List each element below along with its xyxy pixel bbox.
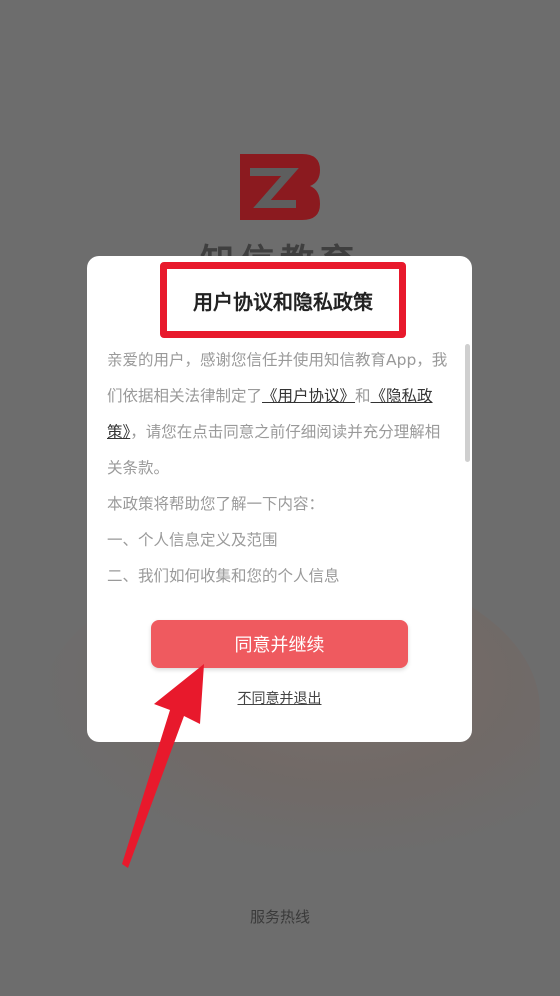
policy-intro: 本政策将帮助您了解一下内容： <box>107 495 325 513</box>
service-hotline[interactable]: 服务热线 <box>0 906 560 927</box>
policy-item-2: 二、我们如何收集和您的个人信息 <box>107 567 340 585</box>
scrollbar-thumb[interactable] <box>465 344 470 462</box>
annotation-arrow-icon <box>122 664 204 868</box>
intro-text-2: ，请您在点击同意之前仔细阅读并充分理解相关条款。 <box>107 423 441 477</box>
dialog-title: 用户协议和隐私政策 <box>193 289 373 314</box>
user-agreement-link[interactable]: 《用户协议》 <box>262 387 355 405</box>
intro-paragraph: 亲爱的用户，感谢您信任并使用知信教育App，我们依据相关法律制定了《用户协议》和… <box>107 342 455 486</box>
policy-item-1: 一、个人信息定义及范围 <box>107 531 278 549</box>
dialog-content: 亲爱的用户，感谢您信任并使用知信教育App，我们依据相关法律制定了《用户协议》和… <box>107 342 455 592</box>
app-screen: 知信教育 服务热线 用户协议和隐私政策 亲爱的用户，感谢您信任并使用知信教育Ap… <box>0 0 560 996</box>
zb-logo-icon <box>240 154 320 220</box>
agree-continue-button[interactable]: 同意并继续 <box>151 620 408 668</box>
content-scrollbar[interactable] <box>465 342 470 592</box>
title-highlight-box: 用户协议和隐私政策 <box>160 262 406 338</box>
and-text: 和 <box>355 387 371 405</box>
